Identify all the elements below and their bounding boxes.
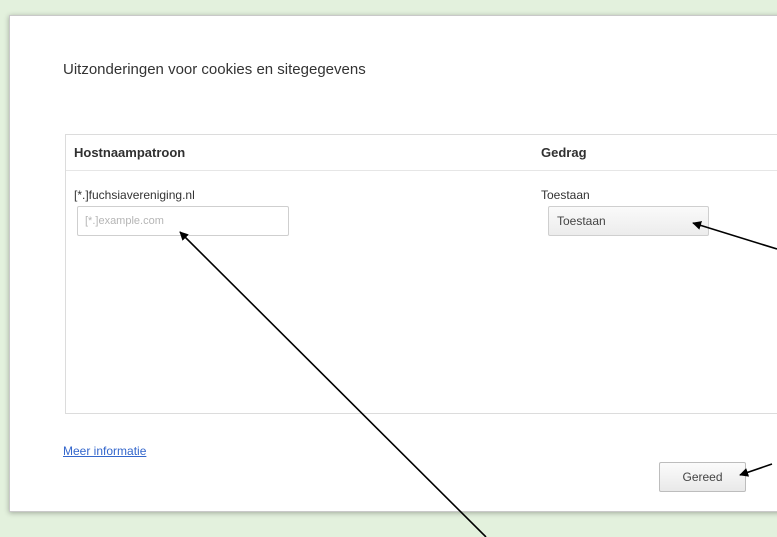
column-header-hostname-pattern: Hostnaampatroon: [74, 145, 186, 160]
behavior-select[interactable]: Toestaan: [548, 206, 709, 236]
exceptions-list: Hostnaampatroon Gedrag [*.]fuchsiavereni…: [65, 134, 777, 414]
behavior-select-value: Toestaan: [557, 214, 606, 228]
cookie-exceptions-dialog: Uitzonderingen voor cookies en sitegegev…: [9, 15, 777, 512]
screenshot-stage: Uitzonderingen voor cookies en sitegegev…: [0, 0, 777, 537]
more-info-link[interactable]: Meer informatie: [63, 444, 146, 458]
done-button[interactable]: Gereed: [659, 462, 746, 492]
exception-row-behavior[interactable]: Toestaan: [541, 188, 590, 202]
exception-row-hostname[interactable]: [*.]fuchsiavereniging.nl: [74, 188, 195, 202]
column-header-behavior: Gedrag: [541, 145, 587, 160]
dialog-title: Uitzonderingen voor cookies en sitegegev…: [63, 61, 366, 78]
list-header: Hostnaampatroon Gedrag: [66, 135, 777, 171]
hostname-pattern-input[interactable]: [77, 206, 289, 236]
